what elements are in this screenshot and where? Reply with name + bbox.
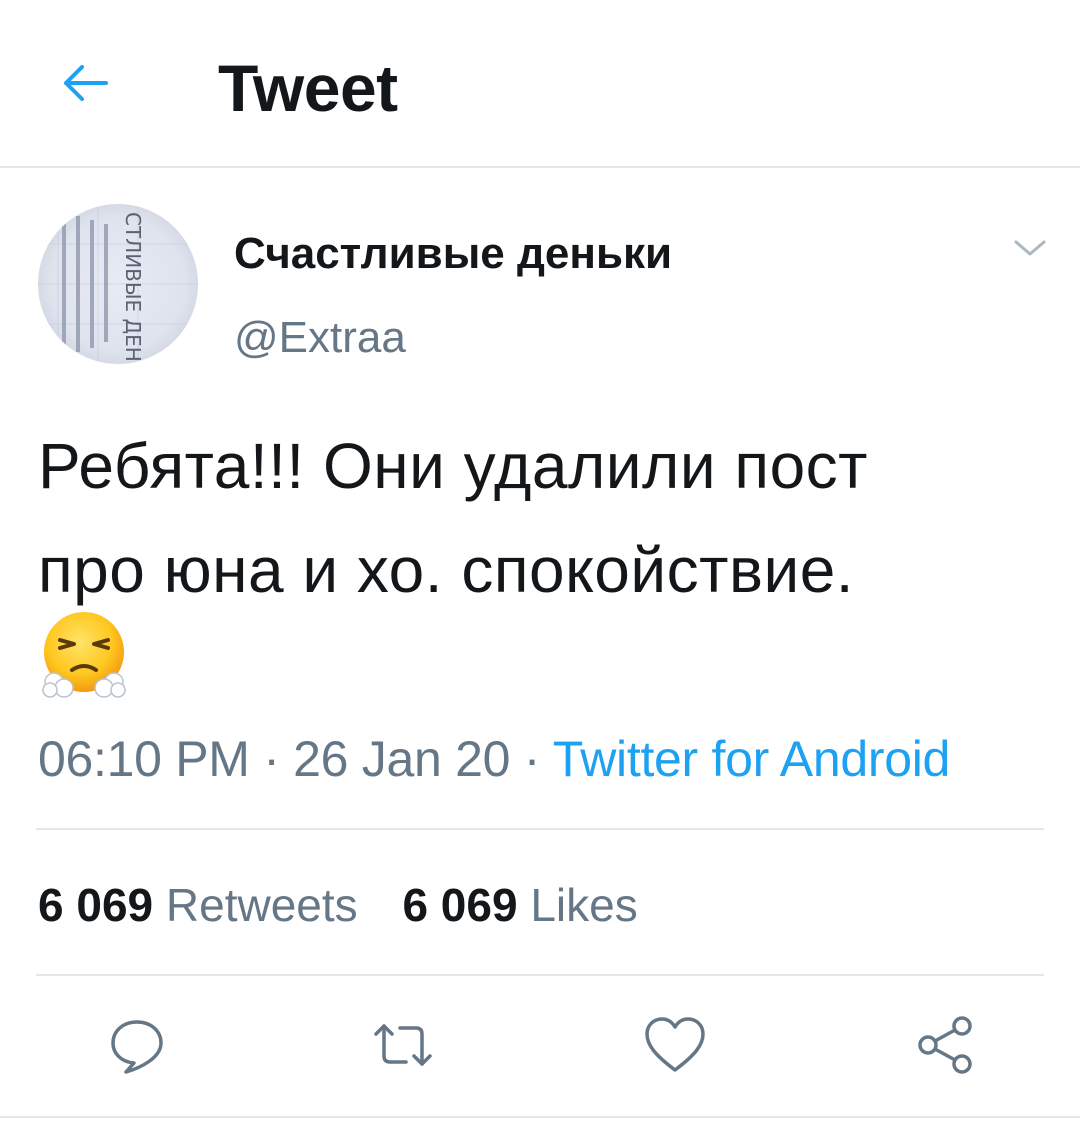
face-with-steam-from-nose-icon bbox=[42, 612, 126, 698]
tweet-time: 06:10 PM bbox=[38, 731, 250, 787]
likes-count: 6 069 bbox=[402, 879, 518, 931]
retweets-stat[interactable]: 6 069 Retweets bbox=[38, 874, 358, 936]
tweet-stats: 6 069 Retweets 6 069 Likes bbox=[38, 874, 638, 936]
retweets-label: Retweets bbox=[165, 879, 358, 931]
tweet-options-button[interactable] bbox=[1006, 224, 1054, 272]
avatar-image: СТЛИВЫЕ ДЕНЬ bbox=[38, 204, 198, 364]
author-display-name[interactable]: Счастливые деньки bbox=[234, 224, 672, 284]
likes-label: Likes bbox=[530, 879, 638, 931]
meta-separator: · bbox=[263, 731, 280, 787]
tweet-text-line: про юна и хо. спокойствие. bbox=[38, 534, 855, 606]
tweet-source-link[interactable]: Twitter for Android bbox=[553, 731, 951, 787]
reply-icon bbox=[111, 1020, 163, 1074]
author-handle[interactable]: @Extraa bbox=[234, 308, 406, 368]
chevron-down-icon bbox=[1014, 240, 1046, 256]
divider bbox=[36, 974, 1044, 976]
tweet-text: Ребята!!! Они удалили пост про юна и хо.… bbox=[38, 414, 1048, 622]
page-title: Tweet bbox=[218, 51, 398, 125]
tweet-date: 26 Jan 20 bbox=[293, 731, 511, 787]
retweets-count: 6 069 bbox=[38, 879, 154, 931]
arrow-left-icon bbox=[64, 65, 108, 101]
meta-separator: · bbox=[523, 731, 541, 787]
heart-icon bbox=[645, 1017, 705, 1072]
retweet-button[interactable] bbox=[370, 1012, 436, 1078]
app-header: Tweet bbox=[0, 0, 1080, 168]
tweet-text-line: Ребята!!! Они удалили пост bbox=[38, 430, 868, 502]
divider bbox=[0, 1116, 1080, 1118]
reply-button[interactable] bbox=[104, 1012, 170, 1078]
like-button[interactable] bbox=[642, 1012, 708, 1078]
retweet-icon bbox=[374, 1024, 432, 1066]
avatar-text: СТЛИВЫЕ ДЕНЬ bbox=[121, 212, 145, 364]
likes-stat[interactable]: 6 069 Likes bbox=[402, 874, 637, 936]
divider bbox=[36, 828, 1044, 830]
back-button[interactable] bbox=[52, 50, 118, 116]
share-icon bbox=[918, 1016, 972, 1074]
tweet-meta: 06:10 PM · 26 Jan 20 · Twitter for Andro… bbox=[38, 726, 950, 792]
avatar[interactable]: СТЛИВЫЕ ДЕНЬ bbox=[38, 204, 198, 364]
share-button[interactable] bbox=[912, 1012, 978, 1078]
